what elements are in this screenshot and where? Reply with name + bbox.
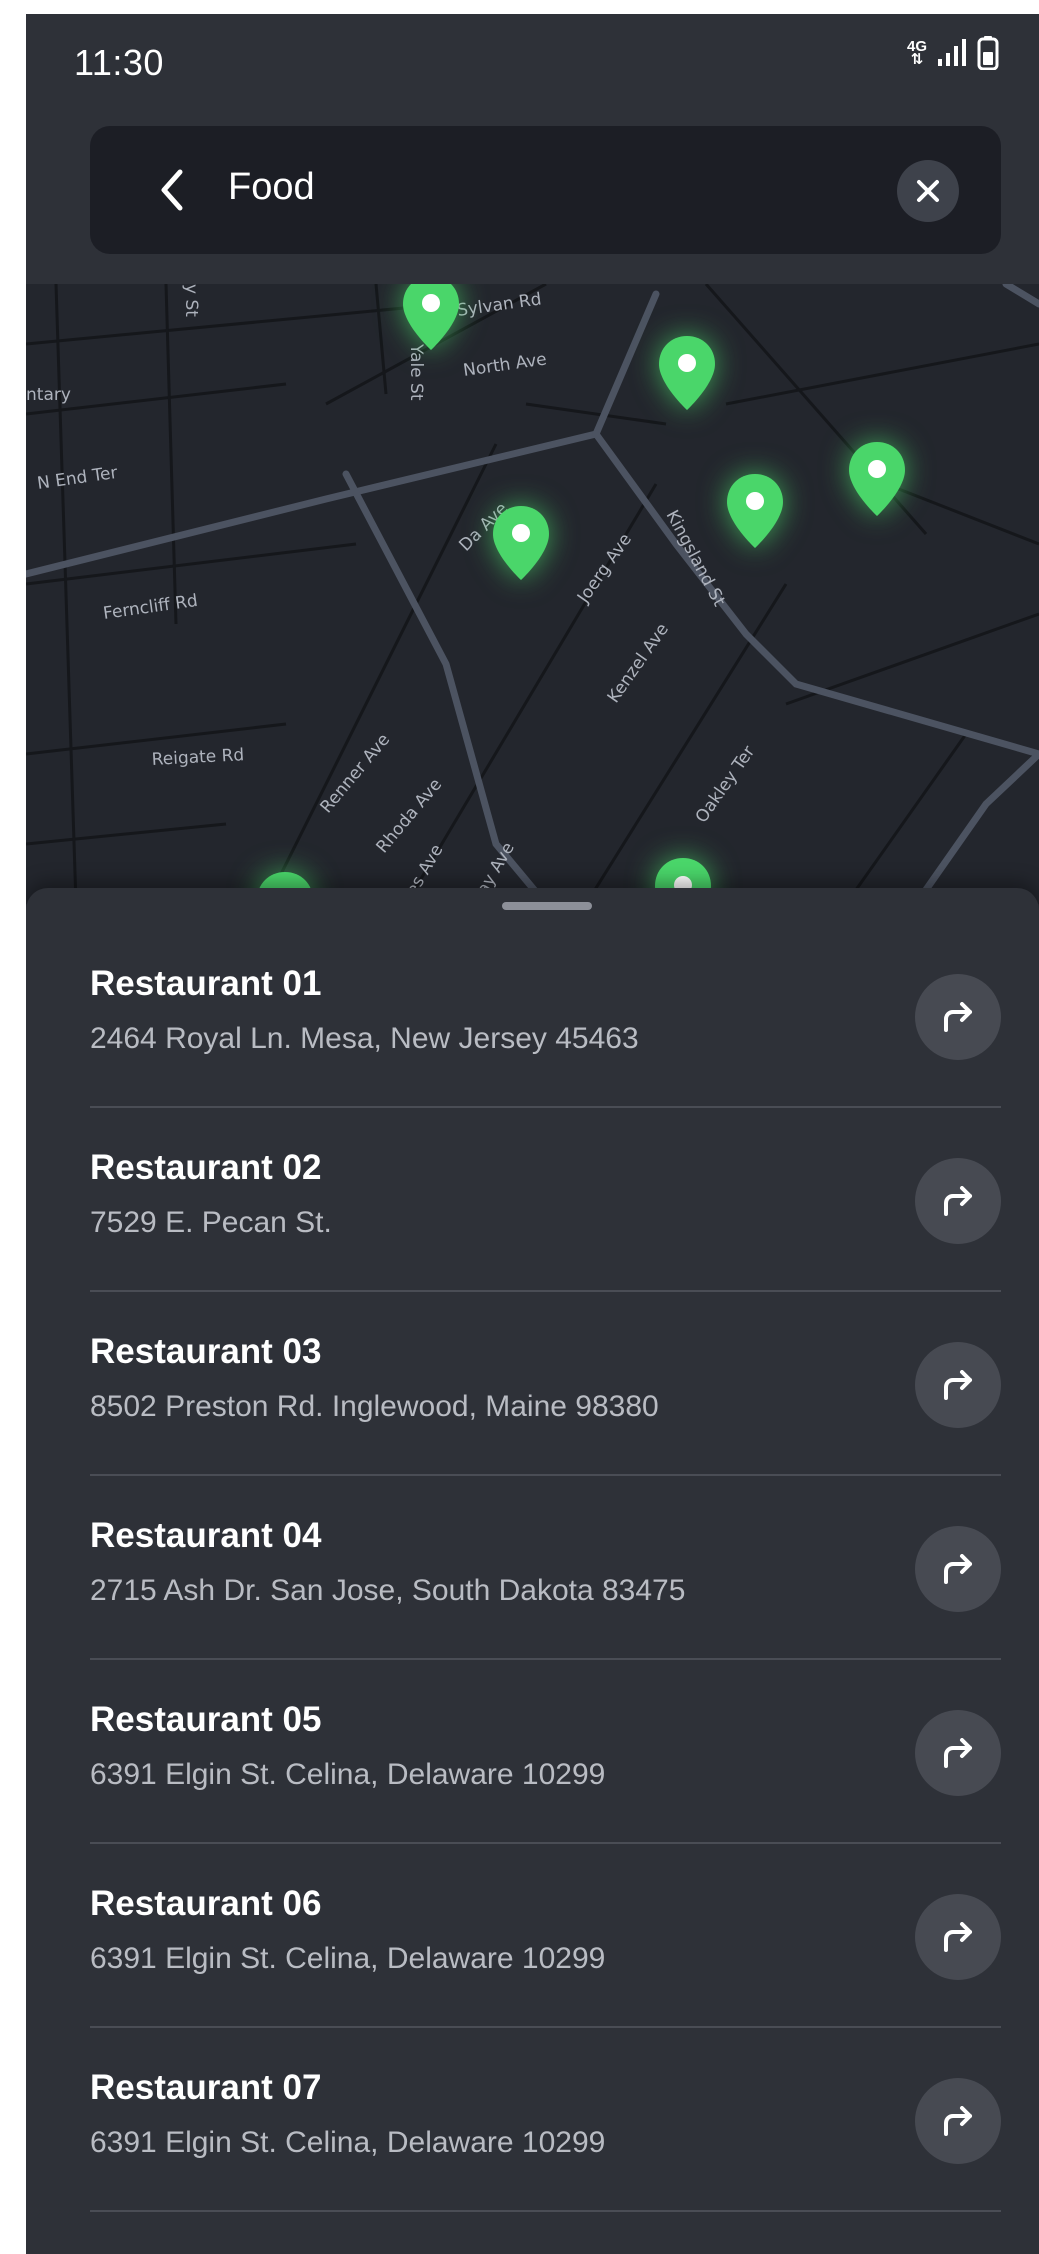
map-pin-icon[interactable] [724, 472, 786, 550]
map-pin-icon[interactable] [400, 284, 462, 352]
directions-button[interactable] [915, 1158, 1001, 1244]
clear-search-button[interactable] [897, 160, 959, 222]
map-pin-icon[interactable] [656, 334, 718, 412]
back-button[interactable] [142, 160, 202, 220]
chevron-left-icon [161, 169, 183, 211]
restaurant-address: 6391 Elgin St. Celina, Delaware 10299 [90, 1942, 606, 1975]
search-bar [90, 126, 1001, 254]
map-roads: Sylvan Rd North Ave Yale St N End Ter nt… [26, 284, 1039, 904]
results-bottom-sheet: Restaurant 01 2464 Royal Ln. Mesa, New J… [26, 888, 1039, 2254]
directions-arrow-icon [944, 1922, 972, 1952]
list-item[interactable]: Restaurant 02 7529 E. Pecan St. [90, 1108, 1001, 1292]
battery-icon [977, 36, 999, 70]
status-bar: 11:30 4G ⇅ [26, 14, 1039, 114]
directions-button[interactable] [915, 1894, 1001, 1980]
restaurant-list: Restaurant 01 2464 Royal Ln. Mesa, New J… [90, 924, 1001, 2212]
street-label: Reigate Rd [151, 745, 244, 770]
street-label: Joerg Ave [573, 530, 636, 608]
signal-icon [938, 39, 966, 66]
restaurant-address: 6391 Elgin St. Celina, Delaware 10299 [90, 1758, 606, 1791]
close-icon [917, 180, 939, 202]
list-item[interactable]: Restaurant 06 6391 Elgin St. Celina, Del… [90, 1844, 1001, 2028]
restaurant-name: Restaurant 04 [90, 1516, 322, 1555]
street-label: ntary [26, 385, 71, 405]
restaurant-address: 8502 Preston Rd. Inglewood, Maine 98380 [90, 1390, 659, 1423]
top-header: 11:30 4G ⇅ [26, 14, 1039, 284]
list-item[interactable]: Restaurant 07 6391 Elgin St. Celina, Del… [90, 2028, 1001, 2212]
list-item[interactable]: Restaurant 05 6391 Elgin St. Celina, Del… [90, 1660, 1001, 1844]
directions-arrow-icon [944, 1002, 972, 1032]
restaurant-name: Restaurant 03 [90, 1332, 322, 1371]
restaurant-name: Restaurant 01 [90, 964, 322, 1003]
list-item[interactable]: Restaurant 03 8502 Preston Rd. Inglewood… [90, 1292, 1001, 1476]
directions-button[interactable] [915, 1710, 1001, 1796]
directions-arrow-icon [944, 1370, 972, 1400]
status-time: 11:30 [74, 42, 164, 83]
list-item[interactable]: Restaurant 01 2464 Royal Ln. Mesa, New J… [90, 924, 1001, 1108]
directions-button[interactable] [915, 974, 1001, 1060]
drag-handle[interactable] [502, 902, 592, 910]
restaurant-name: Restaurant 02 [90, 1148, 322, 1187]
street-label: Kenzel Ave [604, 620, 673, 707]
search-input[interactable] [228, 166, 788, 209]
status-icons: 4G ⇅ [907, 36, 999, 70]
app-screen: Sylvan Rd North Ave Yale St N End Ter nt… [26, 14, 1039, 2254]
map-pin-icon[interactable] [846, 440, 908, 518]
restaurant-name: Restaurant 05 [90, 1700, 322, 1739]
directions-arrow-icon [944, 2106, 972, 2136]
restaurant-address: 2464 Royal Ln. Mesa, New Jersey 45463 [90, 1022, 639, 1055]
street-label: N End Ter [36, 463, 119, 494]
network-type-icon: 4G ⇅ [906, 38, 927, 68]
directions-button[interactable] [915, 1342, 1001, 1428]
street-label: Kingsland St [662, 507, 730, 610]
directions-arrow-icon [944, 1554, 972, 1584]
directions-button[interactable] [915, 2078, 1001, 2164]
map-view[interactable]: Sylvan Rd North Ave Yale St N End Ter nt… [26, 284, 1039, 904]
restaurant-address: 6391 Elgin St. Celina, Delaware 10299 [90, 2126, 606, 2159]
map-pin-icon[interactable] [490, 504, 552, 582]
directions-arrow-icon [944, 1186, 972, 1216]
directions-arrow-icon [944, 1738, 972, 1768]
street-label: Oakley Ter [692, 742, 760, 827]
restaurant-address: 7529 E. Pecan St. [90, 1206, 332, 1239]
list-item[interactable]: Restaurant 04 2715 Ash Dr. San Jose, Sou… [90, 1476, 1001, 1660]
restaurant-name: Restaurant 06 [90, 1884, 322, 1923]
street-label: y St [181, 284, 201, 317]
street-label: Renner Ave [317, 730, 395, 817]
restaurant-address: 2715 Ash Dr. San Jose, South Dakota 8347… [90, 1574, 686, 1607]
directions-button[interactable] [915, 1526, 1001, 1612]
street-label: North Ave [462, 349, 548, 381]
restaurant-name: Restaurant 07 [90, 2068, 322, 2107]
street-label: Sylvan Rd [456, 289, 543, 321]
street-label: Ferncliff Rd [102, 591, 199, 624]
